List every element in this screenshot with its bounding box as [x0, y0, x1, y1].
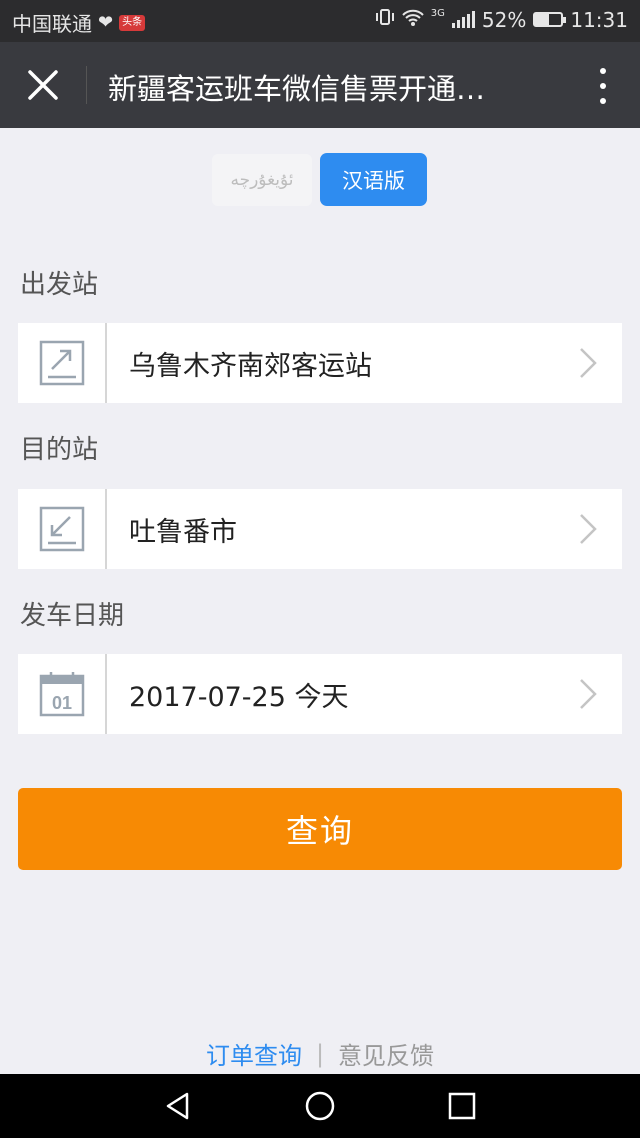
- home-circle-icon: [305, 1091, 335, 1121]
- departure-label: 出发站: [20, 270, 99, 300]
- close-icon: [28, 70, 58, 100]
- depart-arrow-icon: [39, 340, 84, 386]
- network-type: 3G: [430, 8, 445, 19]
- lang-chinese-button[interactable]: 汉语版: [320, 153, 427, 206]
- system-nav-bar: [0, 1074, 640, 1138]
- destination-value: 吐鲁番市: [129, 516, 237, 548]
- battery-icon: [533, 12, 567, 27]
- chevron-right-icon: [568, 512, 608, 546]
- more-menu-button[interactable]: [588, 64, 618, 108]
- status-bar: 中国联通 ❤ 头条 3G 52% 11:31: [0, 0, 640, 42]
- query-button[interactable]: 查询: [18, 788, 622, 870]
- more-dot: [600, 83, 606, 89]
- toutiao-app-icon: 头条: [119, 14, 146, 31]
- calendar-icon: 01: [39, 672, 84, 717]
- date-label: 发车日期: [20, 601, 125, 631]
- home-nav-button[interactable]: [302, 1088, 338, 1124]
- chevron-right-icon: [568, 346, 608, 380]
- more-dots-icon: [600, 68, 606, 74]
- footer-separator: |: [315, 1039, 325, 1068]
- close-button[interactable]: [18, 60, 68, 110]
- back-triangle-icon: [166, 1092, 189, 1120]
- health-heart-icon: ❤: [98, 12, 114, 33]
- recents-nav-button[interactable]: [444, 1088, 480, 1124]
- departure-date-field[interactable]: 01 2017-07-25 今天: [18, 654, 622, 734]
- signal-icon: [451, 10, 475, 28]
- title-bar: 新疆客运班车微信售票开通…: [0, 42, 640, 128]
- recents-square-icon: [448, 1092, 476, 1120]
- date-icon-cell: 01: [18, 654, 107, 734]
- clock: 11:31: [570, 7, 628, 32]
- battery-percent: 52%: [481, 7, 527, 32]
- departure-icon-cell: [18, 323, 107, 403]
- date-value: 2017-07-25 今天: [129, 681, 349, 713]
- feedback-link[interactable]: 意见反馈: [338, 1036, 434, 1071]
- title-divider: [86, 66, 87, 104]
- battery-fill: [535, 14, 549, 25]
- destination-label: 目的站: [20, 435, 99, 465]
- back-nav-button[interactable]: [160, 1088, 196, 1124]
- order-query-link[interactable]: 订单查询: [206, 1036, 302, 1071]
- departure-station-field[interactable]: 乌鲁木齐南郊客运站: [18, 323, 622, 403]
- wifi-icon: [402, 8, 424, 32]
- page-title: 新疆客运班车微信售票开通…: [108, 72, 486, 106]
- more-dot: [600, 98, 606, 104]
- calendar-number: 01: [51, 693, 71, 713]
- status-left: 中国联通 ❤ 头条: [12, 8, 146, 37]
- destination-icon-cell: [18, 489, 107, 569]
- destination-station-field[interactable]: 吐鲁番市: [18, 489, 622, 569]
- departure-value: 乌鲁木齐南郊客运站: [129, 350, 372, 382]
- arrive-arrow-icon: [39, 506, 84, 552]
- status-right: 3G 52% 11:31: [375, 7, 628, 32]
- vibrate-icon: [375, 7, 395, 32]
- carrier-name: 中国联通: [12, 12, 92, 36]
- footer-links: 订单查询 | 意见反馈: [0, 1036, 640, 1071]
- chevron-right-icon: [568, 677, 608, 711]
- lang-uyghur-button[interactable]: ئۇيغۇرچە: [212, 154, 312, 206]
